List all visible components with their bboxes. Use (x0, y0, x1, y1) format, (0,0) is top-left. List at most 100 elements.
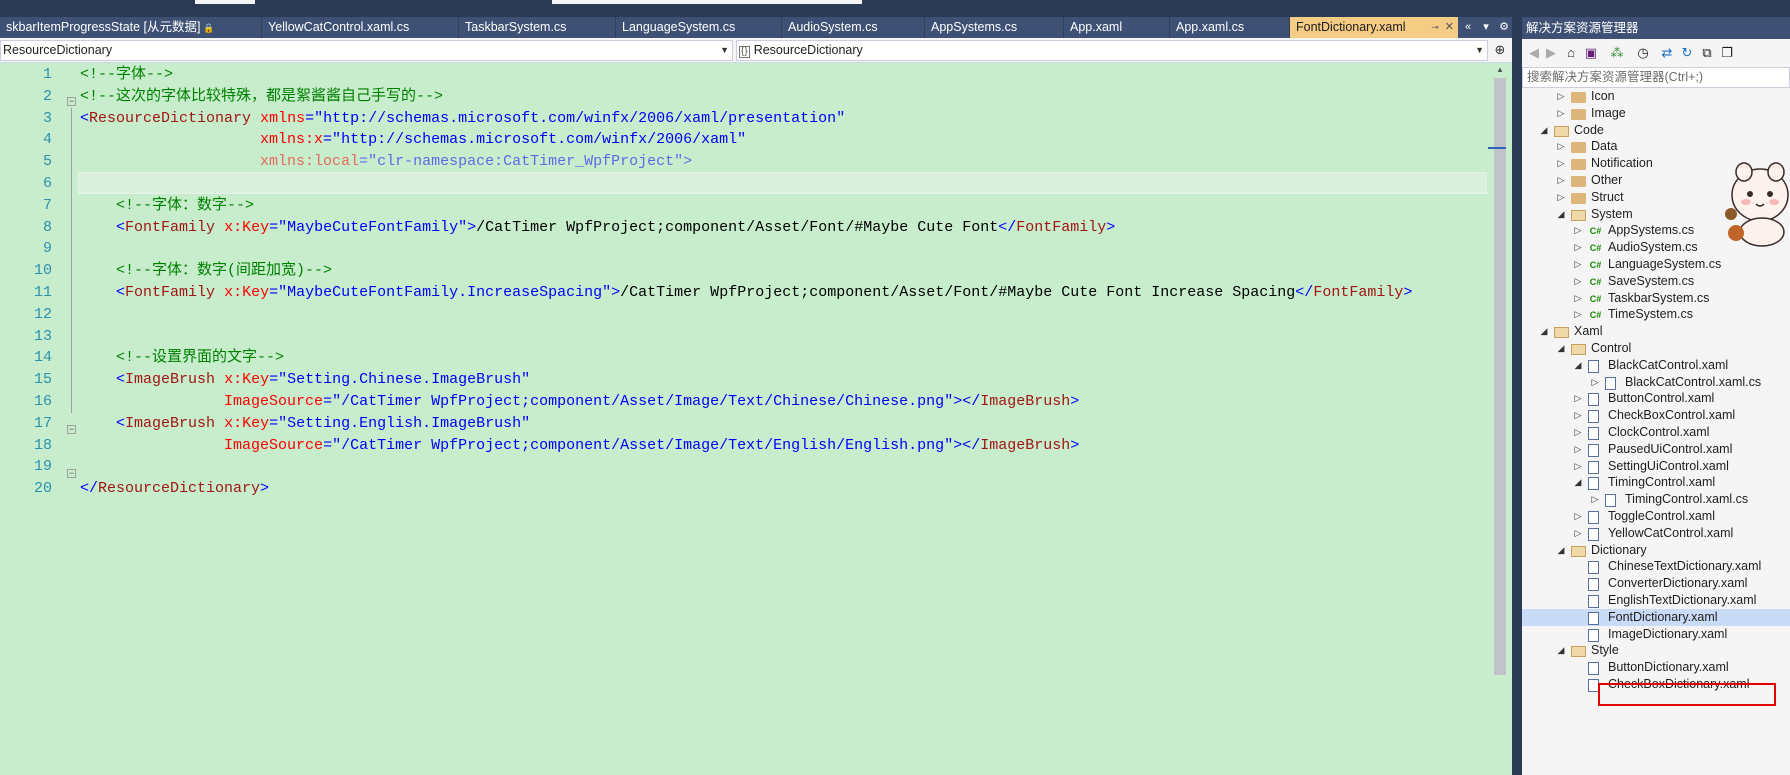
collapsed-arrow-icon[interactable]: ▷ (1572, 306, 1584, 323)
tab-appsystems-cs[interactable]: AppSystems.cs (925, 17, 1064, 38)
tab-fontdictionary-xaml[interactable]: FontDictionary.xaml ⊸ ✕ (1290, 17, 1458, 38)
tree-item-togglecontrol-xaml[interactable]: ▷ ToggleControl.xaml (1522, 508, 1790, 525)
collapsed-arrow-icon[interactable]: ▷ (1572, 239, 1584, 256)
tree-item-label: CheckBoxControl.xaml (1608, 408, 1736, 423)
pending-changes-icon[interactable]: ⁂ (1608, 44, 1626, 62)
tab-languagesystem-cs[interactable]: LanguageSystem.cs (616, 17, 782, 38)
collapsed-arrow-icon[interactable]: ▷ (1555, 172, 1567, 189)
tab-app-xaml-cs[interactable]: App.xaml.cs (1170, 17, 1290, 38)
code-token-punct: </ (998, 218, 1017, 236)
sync-icon[interactable]: ⇄ (1658, 44, 1676, 62)
collapsed-arrow-icon[interactable]: ▷ (1555, 155, 1567, 172)
expanded-arrow-icon[interactable]: ◢ (1555, 206, 1567, 223)
collapsed-arrow-icon[interactable]: ▷ (1555, 88, 1567, 105)
member-dropdown[interactable]: {} ResourceDictionary ▼ (736, 40, 1488, 61)
tree-item-timingcontrol-xaml[interactable]: ◢ TimingControl.xaml (1522, 474, 1790, 491)
chevron-double-left-icon[interactable]: « (1460, 17, 1476, 38)
collapse-icon[interactable]: − (67, 425, 76, 434)
code-editor[interactable]: 1 2 3 4 5 6 7 8 9 10 11 12 13 14 15 16 17 18 19 20 − − − <!… (0, 63, 1512, 775)
collapsed-arrow-icon[interactable]: ▷ (1572, 525, 1584, 542)
tree-item-fontdictionary-xaml[interactable]: FontDictionary.xaml (1522, 608, 1790, 626)
expanded-arrow-icon[interactable]: ◢ (1572, 474, 1584, 491)
panel-splitter[interactable] (1512, 17, 1522, 775)
scrollbar-thumb[interactable] (1494, 78, 1506, 675)
tree-item-control[interactable]: ◢ Control (1522, 340, 1790, 357)
collapsed-arrow-icon[interactable]: ▷ (1589, 491, 1601, 508)
collapsed-arrow-icon[interactable]: ▷ (1572, 508, 1584, 525)
gear-icon[interactable]: ⚙ (1496, 17, 1512, 38)
pin-icon[interactable]: ⊸ (1431, 22, 1439, 32)
tree-item-buttoncontrol-xaml[interactable]: ▷ ButtonControl.xaml (1522, 390, 1790, 407)
tab-skbaritemprogressstate[interactable]: skbarItemProgressState [从元数据] 🔒 (0, 17, 262, 38)
type-dropdown[interactable]: ResourceDictionary ▼ (0, 40, 733, 61)
tree-item-clockcontrol-xaml[interactable]: ▷ ClockControl.xaml (1522, 424, 1790, 441)
expanded-arrow-icon[interactable]: ◢ (1555, 340, 1567, 357)
solution-search-input[interactable]: 搜索解决方案资源管理器(Ctrl+;) (1522, 67, 1790, 88)
collapsed-arrow-icon[interactable]: ▷ (1589, 374, 1601, 391)
home-icon[interactable]: ⌂ (1562, 44, 1580, 62)
tab-audiosystem-cs[interactable]: AudioSystem.cs (782, 17, 925, 38)
lock-icon: 🔒 (200, 23, 215, 33)
refresh-icon[interactable]: ↻ (1678, 44, 1696, 62)
code-token-comment: <!--字体：数字--> (116, 196, 255, 214)
tree-item-imagedictionary-xaml[interactable]: ImageDictionary.xaml (1522, 626, 1790, 643)
expanded-arrow-icon[interactable]: ◢ (1555, 642, 1567, 659)
expanded-arrow-icon[interactable]: ◢ (1572, 357, 1584, 374)
tree-item-savesystem-cs[interactable]: ▷ C# SaveSystem.cs (1522, 273, 1790, 290)
collapse-all-icon[interactable]: ⧉ (1698, 44, 1716, 62)
tree-item-image[interactable]: ▷ Image (1522, 105, 1790, 122)
collapsed-arrow-icon[interactable]: ▷ (1572, 407, 1584, 424)
scroll-up-icon[interactable]: ▲ (1488, 63, 1512, 77)
history-icon[interactable]: ◷ (1634, 44, 1652, 62)
expanded-arrow-icon[interactable]: ◢ (1538, 323, 1550, 340)
tree-item-settinguicontrol-xaml[interactable]: ▷ SettingUiControl.xaml (1522, 458, 1790, 475)
tree-item-label: TimingControl.xaml (1608, 475, 1716, 490)
back-icon[interactable]: ◀ (1525, 44, 1543, 62)
tab-taskbarsystem-cs[interactable]: TaskbarSystem.cs (459, 17, 616, 38)
show-all-files-icon[interactable]: ❐ (1718, 44, 1736, 62)
tree-item-buttondictionary-xaml[interactable]: ButtonDictionary.xaml (1522, 659, 1790, 676)
collapsed-arrow-icon[interactable]: ▷ (1555, 105, 1567, 122)
collapsed-arrow-icon[interactable]: ▷ (1572, 290, 1584, 307)
collapsed-arrow-icon[interactable]: ▷ (1572, 424, 1584, 441)
tree-item-languagesystem-cs[interactable]: ▷ C# LanguageSystem.cs (1522, 256, 1790, 273)
collapse-icon[interactable]: − (67, 97, 76, 106)
tree-item-timesystem-cs[interactable]: ▷ C# TimeSystem.cs (1522, 306, 1790, 323)
forward-icon[interactable]: ▶ (1542, 44, 1560, 62)
tab-yellowcatcontrol-xaml-cs[interactable]: YellowCatControl.xaml.cs (262, 17, 459, 38)
code-text[interactable]: <!--字体--> <!--这次的字体比较特殊，都是絮酱酱自己手写的--> <Res… (80, 63, 1480, 775)
collapsed-arrow-icon[interactable]: ▷ (1572, 390, 1584, 407)
tree-item-pauseduicontrol-xaml[interactable]: ▷ PausedUiControl.xaml (1522, 441, 1790, 458)
expanded-arrow-icon[interactable]: ◢ (1555, 542, 1567, 559)
tree-item-englishtextdictionary-xaml[interactable]: EnglishTextDictionary.xaml (1522, 592, 1790, 609)
tree-item-blackcatcontrol-xaml-cs[interactable]: ▷ BlackCatControl.xaml.cs (1522, 374, 1790, 391)
tree-item-converterdictionary-xaml[interactable]: ConverterDictionary.xaml (1522, 575, 1790, 592)
tree-item-yellowcatcontrol-xaml[interactable]: ▷ YellowCatControl.xaml (1522, 525, 1790, 542)
collapsed-arrow-icon[interactable]: ▷ (1572, 256, 1584, 273)
dropdown-icon[interactable]: ▾ (1478, 17, 1494, 38)
collapsed-arrow-icon[interactable]: ▷ (1572, 222, 1584, 239)
vertical-scrollbar[interactable]: ▲ (1488, 63, 1512, 775)
close-icon[interactable]: ✕ (1445, 21, 1454, 33)
tree-item-checkboxcontrol-xaml[interactable]: ▷ CheckBoxControl.xaml (1522, 407, 1790, 424)
collapsed-arrow-icon[interactable]: ▷ (1555, 138, 1567, 155)
tree-item-code[interactable]: ◢ Code (1522, 122, 1790, 139)
tree-item-taskbarsystem-cs[interactable]: ▷ C# TaskbarSystem.cs (1522, 290, 1790, 307)
tree-item-timingcontrol-xaml-cs[interactable]: ▷ TimingControl.xaml.cs (1522, 491, 1790, 508)
collapse-icon[interactable]: − (67, 469, 76, 478)
expanded-arrow-icon[interactable]: ◢ (1538, 122, 1550, 139)
collapsed-arrow-icon[interactable]: ▷ (1555, 189, 1567, 206)
tab-app-xaml[interactable]: App.xaml (1064, 17, 1170, 38)
tree-item-style[interactable]: ◢ Style (1522, 642, 1790, 659)
tree-item-dictionary[interactable]: ◢ Dictionary (1522, 542, 1790, 559)
tree-item-chinesetextdictionary-xaml[interactable]: ChineseTextDictionary.xaml (1522, 558, 1790, 575)
switch-views-icon[interactable]: ▣ (1582, 44, 1600, 62)
tree-item-blackcatcontrol-xaml[interactable]: ◢ BlackCatControl.xaml (1522, 357, 1790, 374)
tree-item-xaml[interactable]: ◢ Xaml (1522, 323, 1790, 340)
split-editor-icon[interactable]: ⊕ (1492, 41, 1508, 59)
tree-item-icon[interactable]: ▷ Icon (1522, 88, 1790, 105)
collapsed-arrow-icon[interactable]: ▷ (1572, 273, 1584, 290)
collapsed-arrow-icon[interactable]: ▷ (1572, 458, 1584, 475)
collapsed-arrow-icon[interactable]: ▷ (1572, 441, 1584, 458)
